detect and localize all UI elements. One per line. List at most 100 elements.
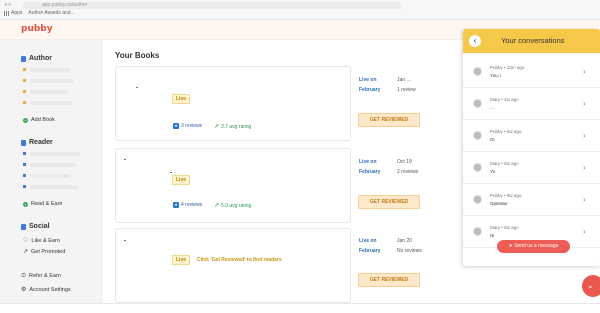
sidebar-get-promoted[interactable]: ↗ Get Promoted — [23, 248, 65, 256]
sidebar-author-heading: Author — [21, 55, 52, 62]
address-bar[interactable]: app.pubby.co/author — [22, 2, 402, 9]
get-reviewed-button[interactable]: GET REVIEWED — [358, 113, 420, 127]
avatar — [473, 99, 482, 108]
book-card[interactable]: Live ★ 3 reviews ↗ 3.7 avg rating — [115, 66, 351, 141]
avg-rating-value: 3.7 avg rating — [221, 123, 252, 130]
redacted-text — [30, 185, 78, 189]
conversations-title: Your conversations — [501, 36, 565, 45]
gear-icon: ⚙ — [21, 287, 27, 293]
cover-placeholder — [124, 240, 126, 241]
reviews-link[interactable]: ★ 3 reviews — [173, 123, 202, 129]
get-reviewed-hint: Click 'Get Reviewed' to find readers — [197, 257, 282, 263]
book-bullet-icon — [23, 101, 26, 104]
cover-placeholder — [124, 159, 126, 160]
reviews-link[interactable]: ★ 4 reviews — [173, 202, 202, 208]
page-title: Your Books — [115, 51, 160, 60]
sidebar-refer-earn[interactable]: ⊙ Refer & Earn — [21, 272, 61, 280]
redacted-text — [30, 152, 80, 156]
conversation-item[interactable]: Mary • 8w ago Yo › — [463, 152, 600, 184]
browser-nav-icon[interactable]: ◂ ▸ — [4, 1, 12, 8]
conversation-item[interactable]: Pubby • 8w ago Operator › — [463, 184, 600, 216]
get-reviewed-button[interactable]: GET REVIEWED — [358, 273, 420, 287]
read-earn-label: Read & Earn — [31, 201, 63, 207]
conversation-item[interactable]: Pubby • 23m ago You: i › — [463, 56, 600, 88]
plus-icon: + — [23, 117, 28, 123]
live-on-label: Live on — [359, 77, 377, 83]
reviews-count: 4 reviews — [181, 202, 203, 208]
reviews-count: 3 reviews — [181, 123, 203, 129]
sidebar-reader-heading: Reader — [21, 139, 53, 146]
book-card[interactable]: Live ★ 4 reviews ↗ 5.0 avg rating — [115, 148, 351, 223]
redacted-text — [30, 79, 74, 83]
social-icon — [21, 223, 26, 230]
chevron-right-icon: › — [583, 99, 586, 108]
conversations-header: ‹ Your conversations — [463, 29, 600, 53]
apps-grid-icon — [4, 10, 9, 16]
sidebar-author-title: Author — [29, 55, 52, 62]
sidebar: Author + Add Book Reader + Read & Earn S… — [0, 40, 102, 303]
conversation-preview: Operator — [490, 201, 508, 206]
book-bullet-icon — [23, 79, 26, 82]
book-bullet-icon — [23, 152, 26, 155]
gift-icon: ⊙ — [21, 273, 27, 279]
redacted-text — [30, 174, 70, 178]
pubby-logo[interactable]: pubby — [21, 24, 53, 34]
avg-rating-value: 5.0 avg rating — [221, 202, 252, 209]
conversation-preview: Oi — [490, 137, 495, 142]
chevron-right-icon: › — [583, 163, 586, 172]
status-badge: Live — [172, 255, 191, 265]
bookmarks-bar: Apps Author Awards and... — [4, 10, 75, 16]
main-content: Your Books Live ★ 3 reviews ↗ 3.7 avg ra… — [103, 40, 463, 303]
sidebar-read-earn[interactable]: + Read & Earn — [23, 201, 63, 207]
conversation-item[interactable]: Mary • 4w ago ... › — [463, 88, 600, 120]
month-value: 2 reviews — [397, 169, 419, 175]
month-label: February — [359, 169, 381, 175]
live-on-value: Jan ... — [397, 77, 411, 83]
redacted-text — [30, 68, 70, 72]
sidebar-add-book[interactable]: + Add Book — [23, 117, 55, 123]
book-bullet-icon — [23, 90, 26, 93]
sidebar-reader-title: Reader — [29, 139, 53, 146]
conversation-item[interactable]: Pubby • 5w ago Oi › — [463, 120, 600, 152]
back-arrow-icon[interactable]: ‹ — [469, 35, 481, 47]
month-value: No reviews — [397, 248, 422, 254]
sidebar-account-settings[interactable]: ⚙ Account Settings — [21, 286, 71, 294]
refer-earn-label: Refer & Earn — [29, 272, 61, 279]
chat-toggle-button[interactable]: ⌄ — [582, 275, 600, 297]
avatar — [473, 131, 482, 140]
avg-rating: ↗ 3.7 avg rating — [214, 123, 252, 131]
live-on-value: Jan 20 — [397, 238, 413, 244]
book-bullet-icon — [23, 174, 26, 177]
get-reviewed-button[interactable]: GET REVIEWED — [358, 195, 420, 209]
live-on-value: Oct 19 — [397, 159, 412, 165]
conversations-panel: ‹ Your conversations Pubby • 23m ago You… — [463, 29, 600, 266]
conversation-preview: You: i — [490, 73, 502, 78]
cover-placeholder — [170, 172, 172, 173]
status-badge: Live — [172, 94, 191, 104]
window-bottom-edge — [0, 303, 600, 313]
account-settings-label: Account Settings — [29, 286, 71, 293]
bookmark-apps[interactable]: Apps — [4, 10, 22, 16]
plus-icon: + — [23, 201, 28, 207]
trend-icon: ↗ — [23, 249, 29, 255]
conversation-sender: Mary • 8w ago — [490, 225, 519, 230]
conversation-preview: ... — [490, 105, 494, 110]
chevron-right-icon: › — [583, 195, 586, 204]
chevron-down-icon: ⌄ — [587, 281, 594, 290]
book-card[interactable]: Live Click 'Get Reviewed' to find reader… — [115, 228, 351, 303]
sidebar-like-earn[interactable]: ♡ Like & Earn — [23, 237, 60, 245]
avatar — [473, 67, 482, 76]
cover-placeholder — [136, 87, 138, 88]
chevron-right-icon: › — [583, 67, 586, 76]
add-book-label: Add Book — [31, 117, 55, 123]
heart-icon: ♡ — [23, 238, 29, 244]
redacted-text — [30, 163, 76, 167]
conversation-preview: Hi — [490, 233, 495, 238]
conversation-sender: Pubby • 5w ago — [490, 129, 522, 134]
avatar — [473, 195, 482, 204]
book-icon — [21, 55, 26, 62]
redacted-text — [30, 101, 72, 105]
reviews-icon: ★ — [173, 202, 179, 208]
send-message-button[interactable]: ➤ Send us a message — [497, 240, 570, 253]
bookmark-author-awards[interactable]: Author Awards and... — [28, 10, 74, 16]
